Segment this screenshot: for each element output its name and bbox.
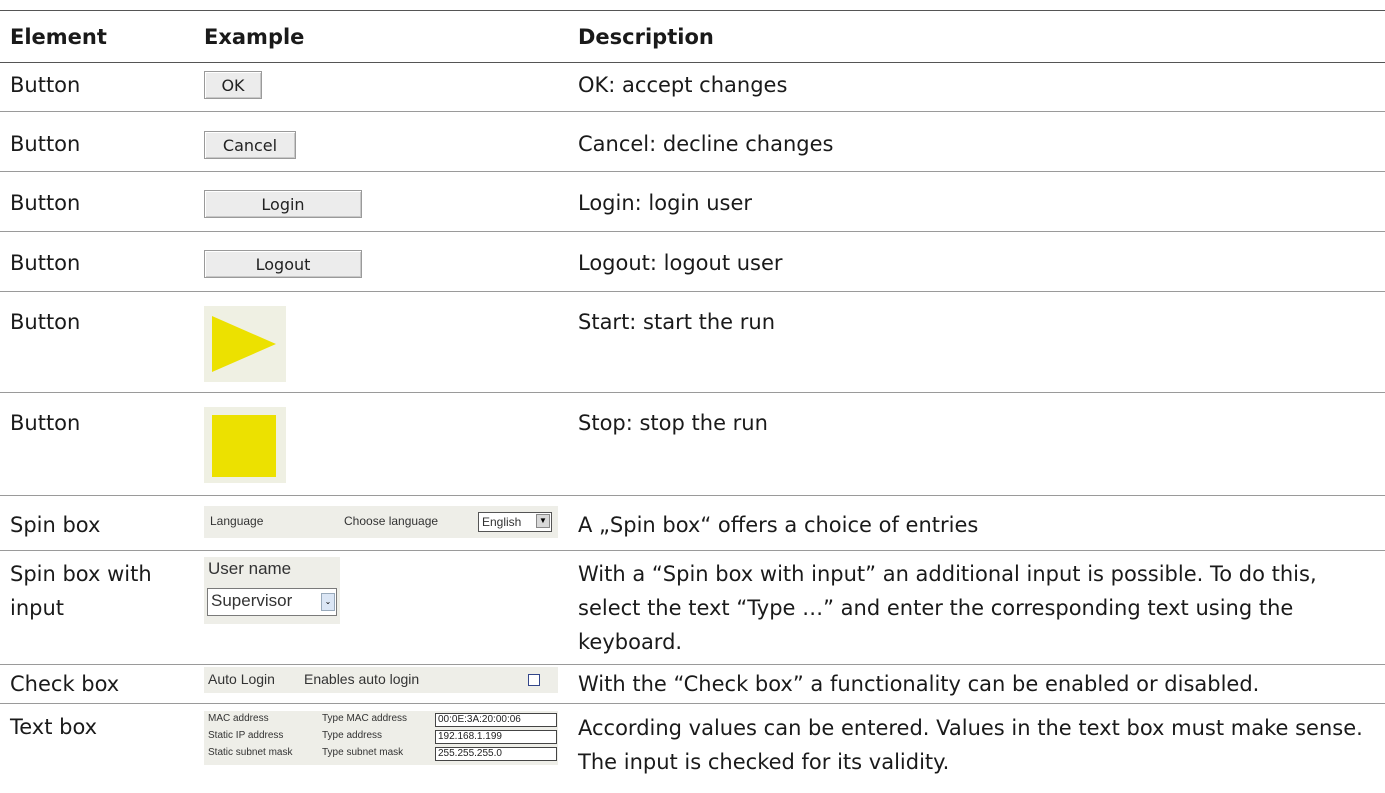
row-divider (0, 664, 1385, 665)
user-name-combo-box[interactable]: Supervisor ⌄ (207, 588, 337, 616)
description-cell: According values can be entered. Values … (578, 716, 1363, 774)
description-cell: OK: accept changes (578, 73, 788, 97)
chevron-down-icon[interactable]: ▼ (536, 514, 550, 528)
description-cell: Logout: logout user (578, 251, 783, 275)
description-cell: Cancel: decline changes (578, 132, 834, 156)
subnet-mask-field[interactable]: 255.255.255.0 (435, 747, 557, 761)
login-button[interactable]: Login (204, 190, 362, 218)
element-cell: Check box (10, 672, 120, 696)
element-cell: Button (10, 132, 81, 156)
table-top-rule (0, 10, 1385, 11)
language-setting-row: Language Choose language English ▼ (204, 506, 558, 538)
header-example: Example (204, 25, 305, 49)
row-divider (0, 171, 1385, 172)
element-cell: Button (10, 310, 81, 334)
chevron-down-icon[interactable]: ⌄ (321, 593, 335, 611)
ok-button[interactable]: OK (204, 71, 262, 99)
description-cell: With the “Check box” a functionality can… (578, 672, 1260, 696)
cancel-button[interactable]: Cancel (204, 131, 296, 159)
setting-label: Auto Login (208, 671, 275, 687)
row-divider (0, 111, 1385, 112)
description-cell: With a “Spin box with input” an addition… (578, 562, 1317, 654)
setting-hint: Choose language (344, 514, 439, 528)
stop-icon (212, 415, 276, 477)
language-spin-box[interactable]: English ▼ (478, 512, 552, 532)
description-cell: A „Spin box“ offers a choice of entries (578, 513, 979, 537)
row-divider (0, 392, 1385, 393)
row-divider (0, 231, 1385, 232)
row-divider (0, 291, 1385, 292)
static-ip-field[interactable]: 192.168.1.199 (435, 730, 557, 744)
field-label: Static subnet mask (208, 747, 293, 758)
element-cell: Button (10, 191, 81, 215)
description-cell: Stop: stop the run (578, 411, 768, 435)
element-cell: Button (10, 411, 81, 435)
field-hint: Type MAC address (322, 713, 408, 724)
play-icon (212, 316, 276, 372)
row-divider (0, 703, 1385, 704)
row-divider (0, 550, 1385, 551)
element-cell: Button (10, 251, 81, 275)
setting-label: User name (208, 559, 292, 578)
auto-login-checkbox[interactable] (528, 674, 540, 686)
setting-hint: Enables auto login (304, 671, 420, 687)
start-button[interactable] (204, 306, 286, 382)
logout-button[interactable]: Logout (204, 250, 362, 278)
field-hint: Type address (322, 730, 383, 741)
element-cell: Button (10, 73, 81, 97)
user-name-setting: User name Supervisor ⌄ (204, 557, 340, 624)
network-settings: MAC address Type MAC address 00:0E:3A:20… (204, 711, 558, 765)
setting-label: Language (210, 514, 264, 528)
description-cell: Start: start the run (578, 310, 776, 334)
row-divider (0, 495, 1385, 496)
stop-button[interactable] (204, 407, 286, 483)
field-label: Static IP address (208, 730, 284, 741)
description-cell: Login: login user (578, 191, 753, 215)
header-description: Description (578, 25, 714, 49)
field-hint: Type subnet mask (322, 747, 404, 758)
field-label: MAC address (208, 713, 269, 724)
auto-login-setting: Auto Login Enables auto login (204, 667, 558, 693)
mac-address-field[interactable]: 00:0E:3A:20:00:06 (435, 713, 557, 727)
element-cell: Spin box (10, 513, 101, 537)
element-cell: Spin box with input (10, 562, 152, 620)
spin-box-value: English (482, 515, 522, 529)
header-element: Element (10, 25, 107, 49)
header-rule (0, 62, 1385, 63)
element-cell: Text box (10, 715, 98, 739)
combo-box-value: Supervisor (211, 591, 293, 610)
